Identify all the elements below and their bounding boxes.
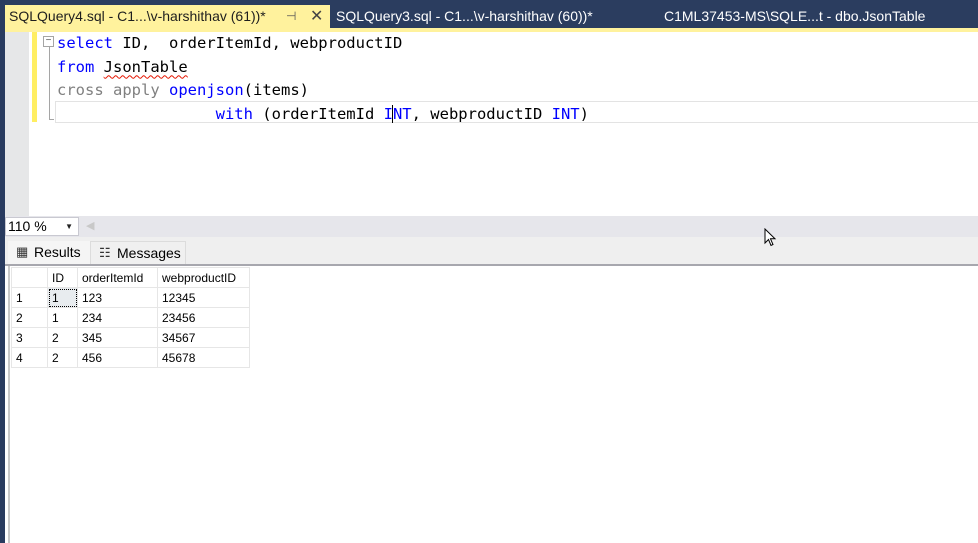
row-number[interactable]: 2 bbox=[11, 307, 48, 328]
row-number[interactable]: 3 bbox=[11, 327, 48, 348]
column-header-id[interactable]: ID bbox=[47, 267, 78, 288]
code-line[interactable]: cross apply openjson(items) bbox=[57, 79, 589, 103]
results-grid-area: ID orderItemId webproductID 1 1 123 1234… bbox=[5, 266, 978, 543]
editor-gutter bbox=[5, 32, 29, 216]
change-tracking-bar bbox=[32, 32, 37, 122]
tab-messages[interactable]: ☷ Messages bbox=[90, 241, 186, 265]
query-editor[interactable]: − select ID, orderItemId, webproductID fr… bbox=[5, 32, 978, 216]
zoom-dropdown[interactable]: 110 % ▼ bbox=[5, 217, 79, 236]
cell-orderitemid[interactable]: 456 bbox=[77, 347, 158, 368]
sql-keyword: select bbox=[57, 34, 113, 52]
cell-id[interactable]: 1 bbox=[47, 287, 78, 308]
cell-webproductid[interactable]: 23456 bbox=[157, 307, 250, 328]
sql-code[interactable]: select ID, orderItemId, webproductID from… bbox=[57, 32, 589, 126]
table-row: 3 2 345 34567 bbox=[11, 327, 250, 348]
column-header-orderitemid[interactable]: orderItemId bbox=[77, 267, 158, 288]
row-number-header[interactable] bbox=[11, 267, 48, 288]
zoom-value: 110 % bbox=[8, 218, 47, 234]
code-line[interactable]: select ID, orderItemId, webproductID bbox=[57, 32, 589, 56]
sql-keyword: openjson bbox=[169, 81, 244, 99]
table-row: 1 1 123 12345 bbox=[11, 287, 250, 308]
tab-label: SQLQuery3.sql - C1...\v-harshithav (60))… bbox=[336, 8, 593, 24]
tab-jsontable[interactable]: C1ML37453-MS\SQLE...t - dbo.JsonTable bbox=[664, 5, 925, 28]
mouse-pointer-icon bbox=[764, 228, 777, 247]
sql-text: ) bbox=[579, 104, 589, 123]
sql-keyword: from bbox=[57, 57, 95, 76]
sql-text: cross apply bbox=[57, 81, 160, 99]
cell-id[interactable]: 2 bbox=[47, 347, 78, 368]
cell-id[interactable]: 2 bbox=[47, 327, 78, 348]
sql-keyword: with bbox=[215, 104, 253, 123]
code-line[interactable]: with (orderItemId INT, webproductID INT) bbox=[57, 103, 589, 127]
sql-keyword: NT bbox=[392, 104, 412, 123]
results-tab-bar: ▦ Results ☷ Messages bbox=[5, 237, 978, 265]
column-header-webproductid[interactable]: webproductID bbox=[157, 267, 250, 288]
row-number[interactable]: 4 bbox=[11, 347, 48, 368]
cell-webproductid[interactable]: 12345 bbox=[157, 287, 250, 308]
pin-icon[interactable]: ⊣ bbox=[286, 5, 296, 28]
tab-label: C1ML37453-MS\SQLE...t - dbo.JsonTable bbox=[664, 8, 926, 24]
code-line[interactable]: from JsonTable bbox=[57, 56, 589, 80]
row-number[interactable]: 1 bbox=[11, 287, 48, 308]
sql-text: ID, orderItemId, webproductID bbox=[113, 34, 403, 52]
sql-text: (items) bbox=[243, 81, 309, 99]
cell-webproductid[interactable]: 34567 bbox=[157, 327, 250, 348]
tab-results[interactable]: ▦ Results bbox=[8, 241, 90, 265]
cell-webproductid[interactable]: 45678 bbox=[157, 347, 250, 368]
cell-orderitemid[interactable]: 123 bbox=[77, 287, 158, 308]
tab-messages-label: Messages bbox=[117, 245, 181, 261]
scroll-left-arrow[interactable]: ◀ bbox=[86, 219, 94, 232]
outline-line bbox=[49, 47, 50, 119]
cell-orderitemid[interactable]: 345 bbox=[77, 327, 158, 348]
sql-text: (orderItemId bbox=[252, 104, 384, 123]
messages-icon: ☷ bbox=[99, 245, 111, 260]
results-grid: ID orderItemId webproductID 1 1 123 1234… bbox=[11, 267, 250, 368]
collapse-icon[interactable]: − bbox=[43, 36, 54, 47]
outline-end bbox=[49, 119, 54, 120]
sql-keyword: INT bbox=[551, 104, 580, 123]
sql-text: , webproductID bbox=[411, 104, 552, 123]
tab-sqlquery4[interactable]: SQLQuery4.sql - C1...\v-harshithav (61))… bbox=[5, 5, 330, 28]
table-row: 4 2 456 45678 bbox=[11, 347, 250, 368]
error-squiggle-text: JsonTable bbox=[103, 57, 188, 76]
grid-header-row: ID orderItemId webproductID bbox=[11, 267, 250, 288]
grid-border bbox=[8, 266, 10, 543]
cell-id[interactable]: 1 bbox=[47, 307, 78, 328]
grid-icon: ▦ bbox=[16, 244, 29, 259]
close-icon[interactable]: ✕ bbox=[310, 5, 323, 28]
tab-results-label: Results bbox=[34, 244, 81, 260]
chevron-down-icon: ▼ bbox=[65, 222, 73, 231]
tab-label: SQLQuery4.sql - C1...\v-harshithav (61))… bbox=[9, 8, 266, 24]
editor-status-bar: 110 % ▼ ◀ bbox=[5, 216, 978, 237]
tab-sqlquery3[interactable]: SQLQuery3.sql - C1...\v-harshithav (60))… bbox=[336, 5, 593, 28]
cell-orderitemid[interactable]: 234 bbox=[77, 307, 158, 328]
table-row: 2 1 234 23456 bbox=[11, 307, 250, 328]
